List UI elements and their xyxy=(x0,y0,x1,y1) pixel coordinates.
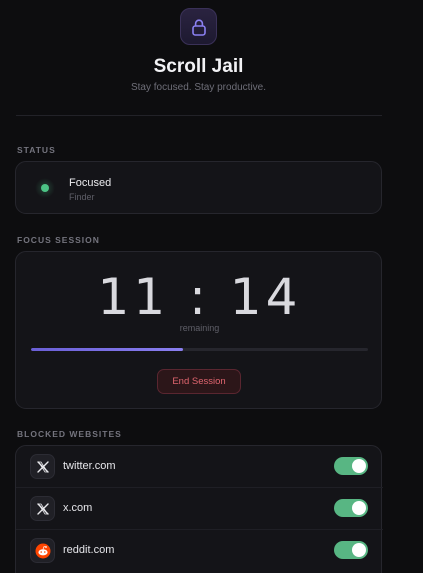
blocked-site-name: twitter.com xyxy=(63,460,116,472)
blocked-site-name: x.com xyxy=(63,502,93,514)
x-logo-icon xyxy=(30,454,55,479)
session-progress-bar xyxy=(31,348,368,351)
status-section-label: STATUS xyxy=(17,145,56,155)
app-title: Scroll Jail xyxy=(153,56,244,77)
session-progress-fill xyxy=(31,348,183,351)
toggle-knob xyxy=(352,501,366,515)
blocked-site-row: twitter.com xyxy=(16,446,383,488)
blocked-websites-list: twitter.com x.com reddit.com xyxy=(15,445,383,573)
status-state: Focused xyxy=(69,177,112,189)
app-logo xyxy=(180,8,217,45)
status-indicator xyxy=(35,178,55,198)
session-timer: 11 : 14 xyxy=(97,268,302,326)
toggle-knob xyxy=(352,543,366,557)
blocked-site-row: x.com xyxy=(16,488,383,530)
block-toggle-x[interactable] xyxy=(334,499,368,517)
status-app-name: Finder xyxy=(69,192,95,202)
x-logo-icon xyxy=(30,496,55,521)
focus-session-card: 11 : 14 remaining End Session xyxy=(15,251,382,409)
blocked-site-row: reddit.com xyxy=(16,530,383,572)
lock-icon xyxy=(191,18,206,36)
status-dot xyxy=(41,184,49,192)
blocked-site-name: reddit.com xyxy=(63,544,115,556)
blocked-websites-section-label: BLOCKED WEBSITES xyxy=(17,429,122,439)
reddit-logo-icon xyxy=(30,538,55,563)
app-subtitle: Stay focused. Stay productive. xyxy=(130,82,267,93)
status-card: Focused Finder xyxy=(15,161,382,214)
block-toggle-reddit[interactable] xyxy=(334,541,368,559)
end-session-button[interactable]: End Session xyxy=(157,369,241,394)
scroll-jail-window: Scroll Jail Stay focused. Stay productiv… xyxy=(0,0,423,573)
focus-session-section-label: FOCUS SESSION xyxy=(17,235,100,245)
header-divider xyxy=(16,115,382,116)
toggle-knob xyxy=(352,459,366,473)
block-toggle-twitter[interactable] xyxy=(334,457,368,475)
remaining-label: remaining xyxy=(179,323,220,333)
